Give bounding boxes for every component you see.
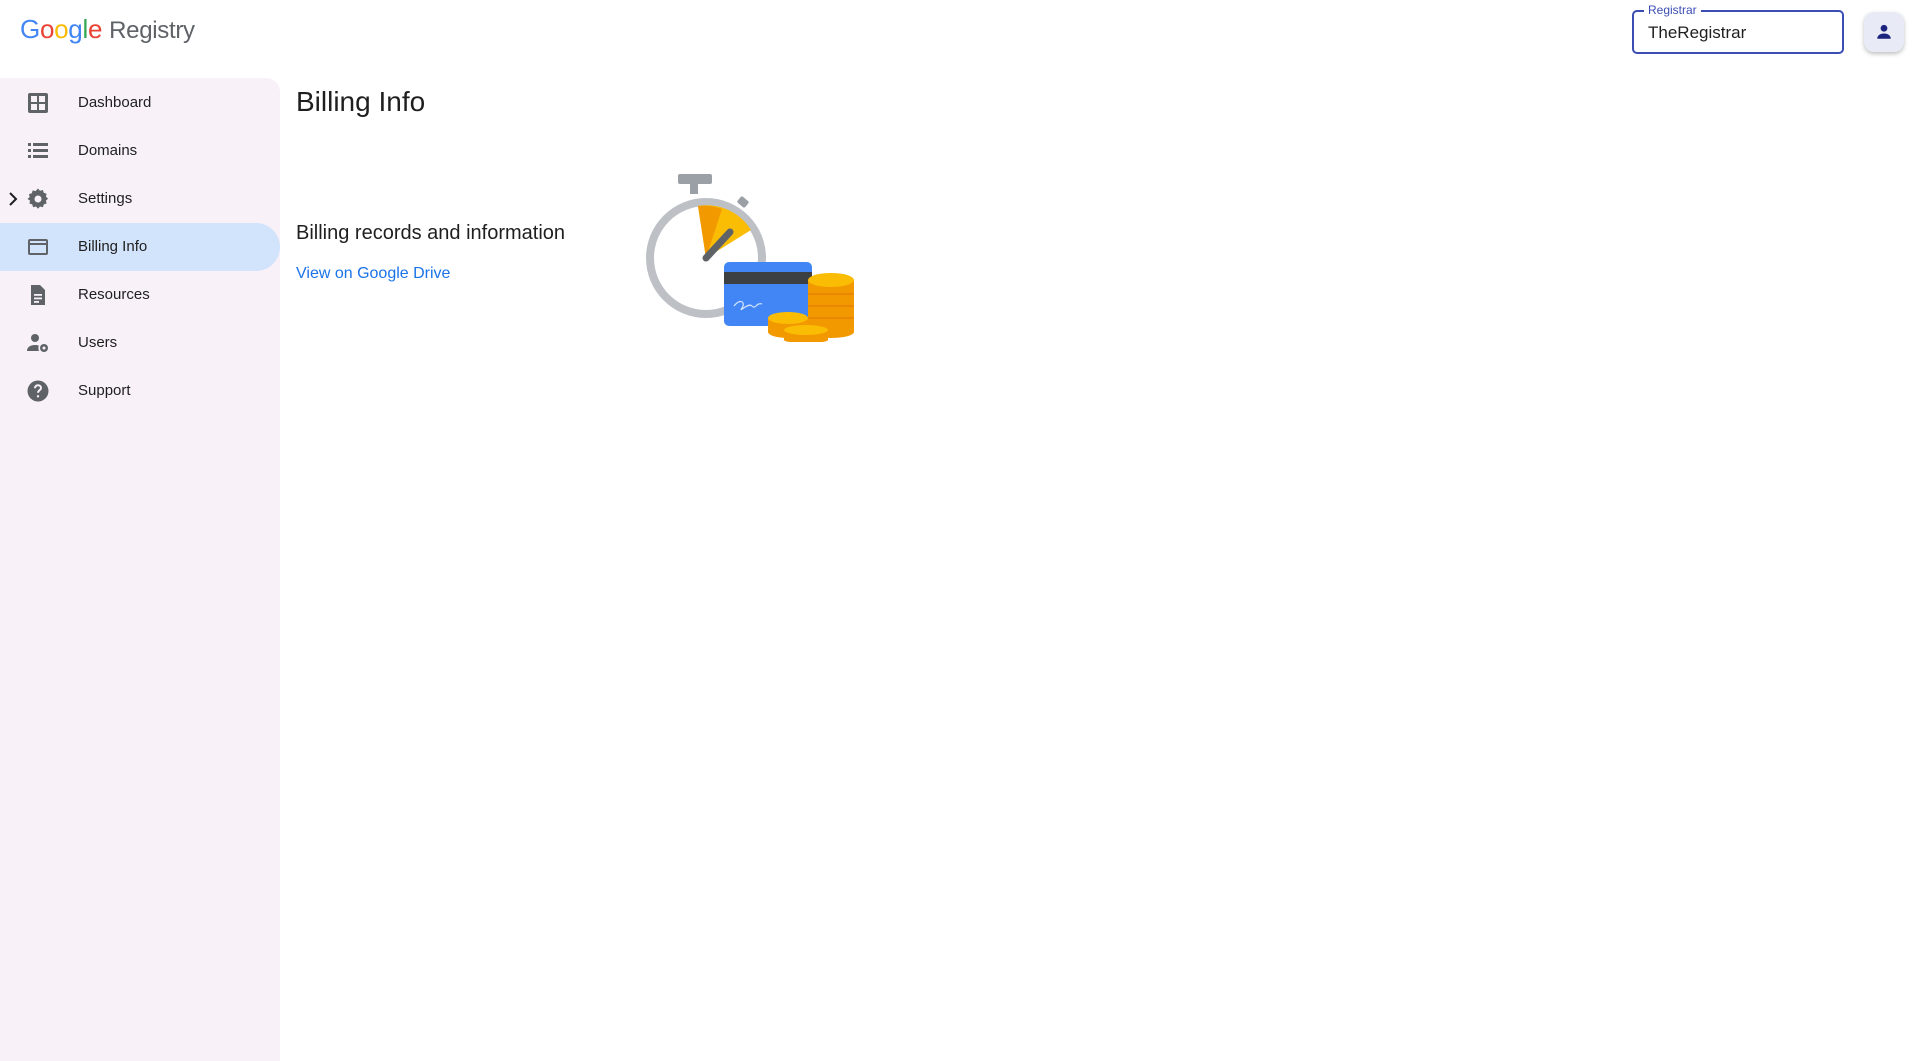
gear-icon bbox=[27, 188, 49, 209]
chevron-right-icon[interactable] bbox=[6, 190, 20, 208]
sidebar-item-label: Domains bbox=[78, 142, 138, 159]
sidebar-nav: Dashboard Domains Settings Billing Info bbox=[0, 78, 280, 1061]
page-title: Billing Info bbox=[296, 86, 426, 117]
account-button[interactable] bbox=[1864, 12, 1904, 52]
sidebar-item-label: Billing Info bbox=[78, 238, 148, 255]
list-icon bbox=[28, 143, 48, 158]
registrar-select[interactable]: Registrar TheRegistrar bbox=[1632, 3, 1844, 54]
sidebar-item-label: Resources bbox=[78, 286, 150, 303]
sidebar-item-label: Settings bbox=[78, 190, 133, 207]
person-icon bbox=[1877, 24, 1891, 39]
logo-letter: g bbox=[68, 14, 83, 44]
product-name: Registry bbox=[109, 17, 195, 44]
sidebar-item-dashboard[interactable]: Dashboard bbox=[0, 79, 280, 127]
logo-letter: o bbox=[54, 14, 69, 44]
sidebar-item-settings[interactable]: Settings bbox=[0, 175, 280, 223]
registrar-value[interactable]: TheRegistrar bbox=[1648, 23, 1746, 43]
registrar-label: Registrar bbox=[1644, 3, 1701, 17]
sidebar-item-label: Users bbox=[78, 334, 118, 351]
credit-card-icon bbox=[28, 239, 48, 255]
sidebar-item-resources[interactable]: Resources bbox=[0, 271, 280, 319]
top-app-bar: G o o g l e Registry Registrar TheRegist… bbox=[0, 0, 1920, 64]
sidebar-item-users[interactable]: Users bbox=[0, 319, 280, 367]
sidebar-item-label: Support bbox=[78, 382, 131, 399]
logo-letter: e bbox=[87, 14, 103, 44]
logo-letter: G bbox=[20, 14, 40, 44]
dashboard-icon bbox=[28, 93, 48, 113]
sidebar-item-label: Dashboard bbox=[78, 94, 152, 111]
document-icon bbox=[31, 285, 45, 305]
sidebar-item-domains[interactable]: Domains bbox=[0, 127, 280, 175]
google-registry-logo[interactable]: G o o g l e Registry bbox=[20, 14, 195, 46]
view-on-google-drive-link[interactable]: View on Google Drive bbox=[296, 265, 450, 283]
section-heading: Billing records and information bbox=[296, 222, 566, 244]
manage-accounts-icon bbox=[27, 334, 48, 352]
logo-letter: o bbox=[39, 14, 55, 44]
sidebar-item-billing-info[interactable]: Billing Info bbox=[0, 223, 280, 271]
help-icon bbox=[27, 380, 49, 402]
sidebar-item-support[interactable]: Support bbox=[0, 367, 280, 415]
stopwatch-card-coins-illustration bbox=[646, 174, 854, 342]
